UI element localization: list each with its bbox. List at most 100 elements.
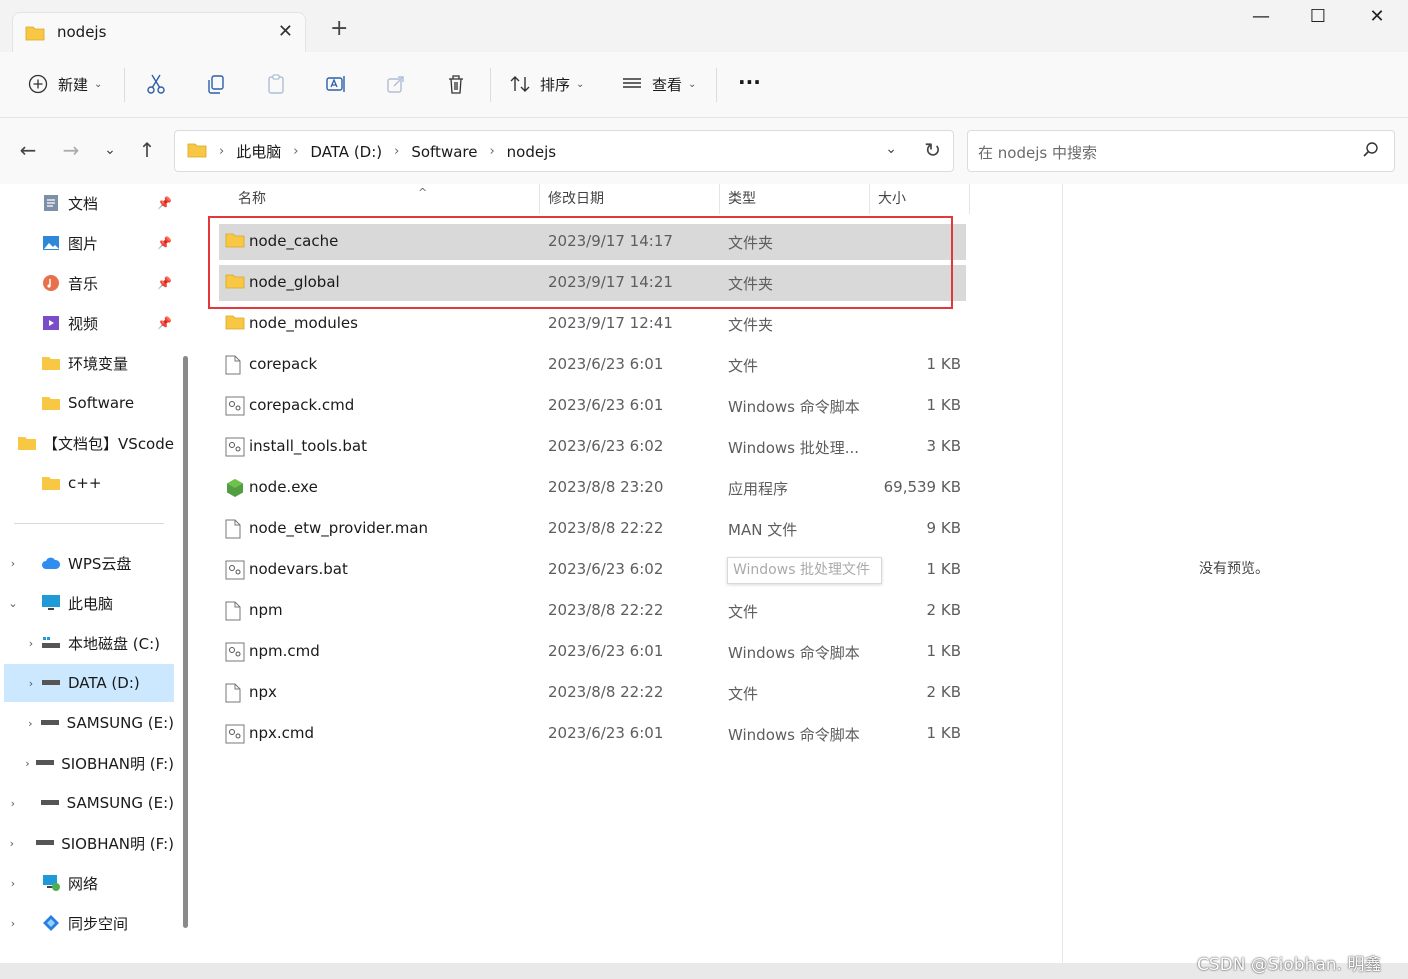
sidebar-item-drive-e-sub[interactable]: › SAMSUNG (E:) — [4, 704, 174, 742]
nodejs-icon — [225, 478, 245, 498]
column-name[interactable]: 名称 ^ — [230, 184, 540, 214]
expand-chevron-icon[interactable]: › — [4, 837, 20, 850]
pin-icon[interactable]: 📌 — [157, 316, 172, 330]
view-button[interactable]: 查看 ⌄ — [620, 66, 696, 102]
expand-chevron-icon[interactable]: › — [4, 797, 22, 810]
sidebar-item-videos[interactable]: 视频 📌 — [4, 304, 174, 342]
file-date: 2023/9/17 12:41 — [548, 314, 673, 332]
cut-button[interactable] — [144, 66, 168, 102]
refresh-icon[interactable]: ↻ — [924, 138, 941, 162]
pin-icon[interactable]: 📌 — [157, 236, 172, 250]
expand-chevron-icon[interactable]: › — [4, 557, 22, 570]
pin-icon[interactable]: 📌 — [157, 276, 172, 290]
file-row[interactable]: corepack.cmd 2023/6/23 6:01 Windows 命令脚本 1 … — [219, 388, 966, 424]
file-size: 1 KB — [926, 355, 961, 373]
copy-button[interactable] — [204, 66, 228, 102]
sidebar-item-drive-d[interactable]: › DATA (D:) — [4, 664, 174, 702]
sidebar-item-env-vars[interactable]: 环境变量 — [4, 344, 174, 382]
address-bar[interactable]: › 此电脑 › DATA (D:) › Software › nodejs ⌄ … — [174, 130, 954, 172]
back-arrow-icon[interactable]: ← — [14, 138, 42, 162]
expand-chevron-icon[interactable]: › — [22, 637, 40, 650]
expand-chevron-icon[interactable]: › — [22, 677, 40, 690]
recent-chevron-icon[interactable]: ⌄ — [96, 142, 124, 158]
sidebar-item-cpp[interactable]: c++ — [4, 464, 174, 502]
collapse-chevron-icon[interactable]: ⌄ — [4, 597, 22, 610]
sidebar-item-software[interactable]: Software — [4, 384, 174, 422]
breadcrumb-this-pc[interactable]: 此电脑 — [236, 141, 281, 162]
videos-icon — [40, 314, 62, 332]
sidebar-item-drive-f[interactable]: › SIOBHAN明 (F:) — [4, 824, 174, 862]
drive-icon — [40, 674, 62, 692]
delete-button[interactable] — [444, 66, 468, 102]
more-options-button[interactable]: ··· — [738, 64, 761, 100]
tooltip: Windows 批处理文件 — [727, 557, 882, 584]
chevron-right-icon[interactable]: › — [394, 144, 399, 159]
expand-chevron-icon[interactable]: › — [22, 717, 40, 730]
new-tab-button[interactable]: + — [330, 18, 348, 40]
minimize-button[interactable]: — — [1238, 6, 1284, 27]
close-tab-icon[interactable]: ✕ — [278, 21, 293, 42]
sidebar-item-pictures[interactable]: 图片 📌 — [4, 224, 174, 262]
preview-pane: 没有预览。 — [1062, 184, 1408, 963]
pin-icon[interactable]: 📌 — [157, 196, 172, 210]
sort-button[interactable]: 排序 ⌄ — [508, 66, 584, 102]
file-row[interactable]: npm.cmd 2023/6/23 6:01 Windows 命令脚本 1 KB — [219, 634, 966, 670]
tab-nodejs[interactable]: nodejs ✕ — [12, 12, 306, 52]
sidebar-item-this-pc[interactable]: ⌄ 此电脑 — [4, 584, 174, 622]
search-icon — [1362, 141, 1380, 163]
close-window-button[interactable]: ✕ — [1354, 6, 1400, 27]
file-row[interactable]: node.exe 2023/8/8 23:20 应用程序 69,539 KB — [219, 470, 966, 506]
sidebar-item-drive-e[interactable]: › SAMSUNG (E:) — [4, 784, 174, 822]
sidebar-item-label: SAMSUNG (E:) — [66, 714, 174, 732]
sidebar-item-wps-cloud[interactable]: › WPS云盘 — [4, 544, 174, 582]
chevron-right-icon[interactable]: › — [489, 144, 494, 159]
column-size[interactable]: 大小 — [870, 184, 970, 214]
sidebar-item-doc-pack[interactable]: 【文档包】VScode — [4, 424, 174, 462]
file-row[interactable]: node_modules 2023/9/17 12:41 文件夹 — [219, 306, 966, 342]
sidebar-item-label: 网络 — [68, 874, 99, 893]
up-arrow-icon[interactable]: ↑ — [133, 138, 161, 162]
paste-button[interactable] — [264, 66, 288, 102]
watermark: CSDN @Siobhan. 明鑫 — [1197, 955, 1382, 975]
column-date[interactable]: 修改日期 — [540, 184, 720, 214]
sidebar-item-network[interactable]: › 网络 — [4, 864, 174, 902]
sidebar-item-label: DATA (D:) — [68, 674, 140, 692]
expand-chevron-icon[interactable]: › — [4, 917, 22, 930]
chevron-right-icon[interactable]: › — [293, 144, 298, 159]
share-button[interactable] — [384, 66, 408, 102]
new-button[interactable]: 新建 ⌄ — [26, 66, 102, 102]
column-date-label: 修改日期 — [548, 191, 604, 207]
expand-chevron-icon[interactable]: › — [4, 877, 22, 890]
file-row[interactable]: node_etw_provider.man 2023/8/8 22:22 MAN 文… — [219, 511, 966, 547]
file-type: 文件 — [728, 357, 759, 375]
rename-button[interactable] — [324, 66, 348, 102]
sidebar-item-music[interactable]: 音乐 📌 — [4, 264, 174, 302]
forward-arrow-icon[interactable]: → — [57, 138, 85, 162]
file-row[interactable]: npm 2023/8/8 22:22 文件 2 KB — [219, 593, 966, 629]
file-date: 2023/6/23 6:01 — [548, 724, 664, 742]
breadcrumb-software[interactable]: Software — [411, 143, 477, 161]
file-row[interactable]: npx 2023/8/8 22:22 文件 2 KB — [219, 675, 966, 711]
sidebar-item-drive-f-sub[interactable]: › SIOBHAN明 (F:) — [4, 744, 174, 782]
chevron-right-icon[interactable]: › — [219, 144, 224, 159]
breadcrumb-nodejs[interactable]: nodejs — [507, 143, 556, 161]
sidebar-item-drive-c[interactable]: › 本地磁盘 (C:) — [4, 624, 174, 662]
sidebar-item-sync-space[interactable]: › 同步空间 — [4, 904, 174, 942]
file-row[interactable]: install_tools.bat 2023/6/23 6:02 Windows 批… — [219, 429, 966, 465]
expand-chevron-icon[interactable]: › — [20, 757, 36, 770]
search-box[interactable]: 在 nodejs 中搜索 — [967, 130, 1395, 172]
breadcrumb-data-d[interactable]: DATA (D:) — [310, 143, 382, 161]
sidebar-item-label: 本地磁盘 (C:) — [68, 634, 160, 653]
file-name: install_tools.bat — [249, 437, 367, 455]
file-size: 1 KB — [926, 642, 961, 660]
file-row[interactable]: corepack 2023/6/23 6:01 文件 1 KB — [219, 347, 966, 383]
column-size-label: 大小 — [878, 191, 906, 207]
address-dropdown-icon[interactable]: ⌄ — [885, 141, 897, 157]
sidebar-scrollbar[interactable] — [183, 356, 188, 928]
sidebar-divider — [14, 523, 164, 524]
file-icon — [225, 683, 245, 703]
file-row[interactable]: npx.cmd 2023/6/23 6:01 Windows 命令脚本 1 KB — [219, 716, 966, 752]
sidebar-item-documents[interactable]: 文档 📌 — [4, 184, 174, 222]
maximize-button[interactable]: ☐ — [1295, 6, 1341, 27]
column-type[interactable]: 类型 — [720, 184, 870, 214]
